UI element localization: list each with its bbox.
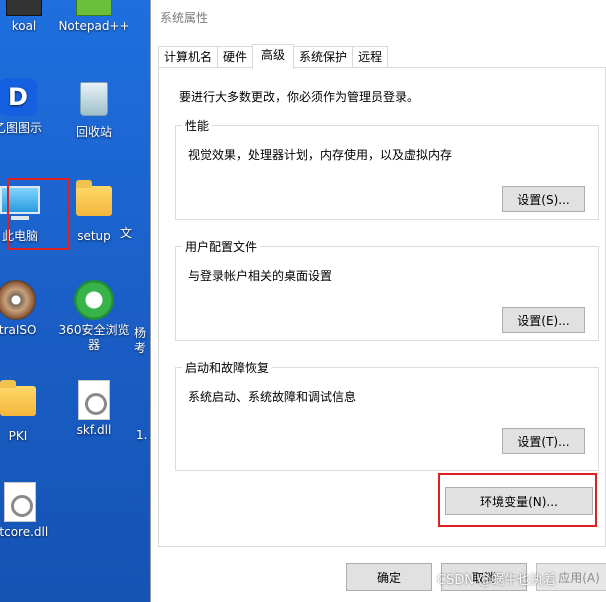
tab-computer-name[interactable]: 计算机名: [158, 46, 219, 68]
desktop-partial-text: 文: [120, 226, 133, 240]
desktop-icon-skf-dll[interactable]: skf.dll: [58, 380, 130, 438]
user-profiles-settings-button[interactable]: 设置(E)...: [502, 307, 585, 333]
dll-file-icon: [78, 380, 110, 420]
folder-icon: [76, 180, 112, 216]
startup-recovery-title: 启动和故障恢复: [182, 359, 273, 376]
dialog-title: 系统属性: [151, 0, 606, 36]
desktop-icon-ultraiso[interactable]: ltraISO: [0, 280, 52, 338]
system-properties-dialog: 系统属性 计算机名 硬件 高级 系统保护 远程 要进行大多数更改，你必须作为管理…: [150, 0, 606, 602]
app-icon: D: [0, 78, 37, 116]
startup-recovery-desc: 系统启动、系统故障和调试信息: [188, 390, 357, 404]
desktop-icon-yitu[interactable]: D 乙图图示: [0, 78, 54, 136]
tab-strip: 计算机名 硬件 高级 系统保护 远程: [158, 44, 389, 69]
tab-system-protection[interactable]: 系统保护: [293, 46, 354, 68]
desktop: koal Notepad++ D 乙图图示 回收站 此电脑 setup 文 lt…: [0, 0, 150, 602]
desktop-icon-360browser[interactable]: 360安全浏览器: [58, 280, 130, 353]
disc-icon: [0, 280, 36, 320]
performance-desc: 视觉效果，处理器计划，内存使用，以及虚拟内存: [188, 148, 453, 162]
browser-icon: [74, 280, 114, 320]
cancel-button[interactable]: 取消: [441, 563, 527, 591]
notepad-icon: [76, 0, 112, 16]
ok-button[interactable]: 确定: [346, 563, 432, 591]
folder-icon: [0, 380, 36, 416]
performance-group: 性能 视觉效果，处理器计划，内存使用，以及虚拟内存 设置(S)...: [175, 117, 599, 220]
admin-notice: 要进行大多数更改，你必须作为管理员登录。: [179, 90, 420, 104]
apply-button[interactable]: 应用(A): [536, 563, 606, 591]
environment-variables-highlight: [438, 473, 597, 527]
user-profiles-group: 用户配置文件 与登录帐户相关的桌面设置 设置(E)...: [175, 238, 599, 341]
desktop-icon-htcore-dll[interactable]: htcore.dll: [0, 482, 56, 540]
desktop-partial-text: 杨 考: [134, 326, 147, 355]
tab-advanced[interactable]: 高级: [252, 44, 295, 69]
desktop-icon-pki[interactable]: PKI: [0, 380, 54, 444]
startup-recovery-settings-button[interactable]: 设置(T)...: [502, 428, 585, 454]
startup-recovery-group: 启动和故障恢复 系统启动、系统故障和调试信息 设置(T)...: [175, 359, 599, 471]
desktop-icon-koal[interactable]: koal: [0, 0, 60, 34]
desktop-partial-text: 1.: [136, 428, 148, 442]
tab-remote[interactable]: 远程: [352, 46, 389, 68]
desktop-icon-notepad[interactable]: Notepad++: [58, 0, 130, 34]
user-profiles-title: 用户配置文件: [182, 238, 261, 255]
gear-icon: [11, 495, 33, 517]
koal-icon: [6, 0, 42, 16]
recycle-bin-icon: [80, 82, 108, 116]
desktop-icon-recycle-bin[interactable]: 回收站: [58, 78, 130, 140]
performance-title: 性能: [182, 117, 213, 134]
this-pc-highlight: [7, 178, 69, 250]
gear-icon: [85, 393, 107, 415]
performance-settings-button[interactable]: 设置(S)...: [502, 186, 585, 212]
dll-file-icon: [4, 482, 36, 522]
tab-hardware[interactable]: 硬件: [217, 46, 254, 68]
user-profiles-desc: 与登录帐户相关的桌面设置: [188, 269, 333, 283]
